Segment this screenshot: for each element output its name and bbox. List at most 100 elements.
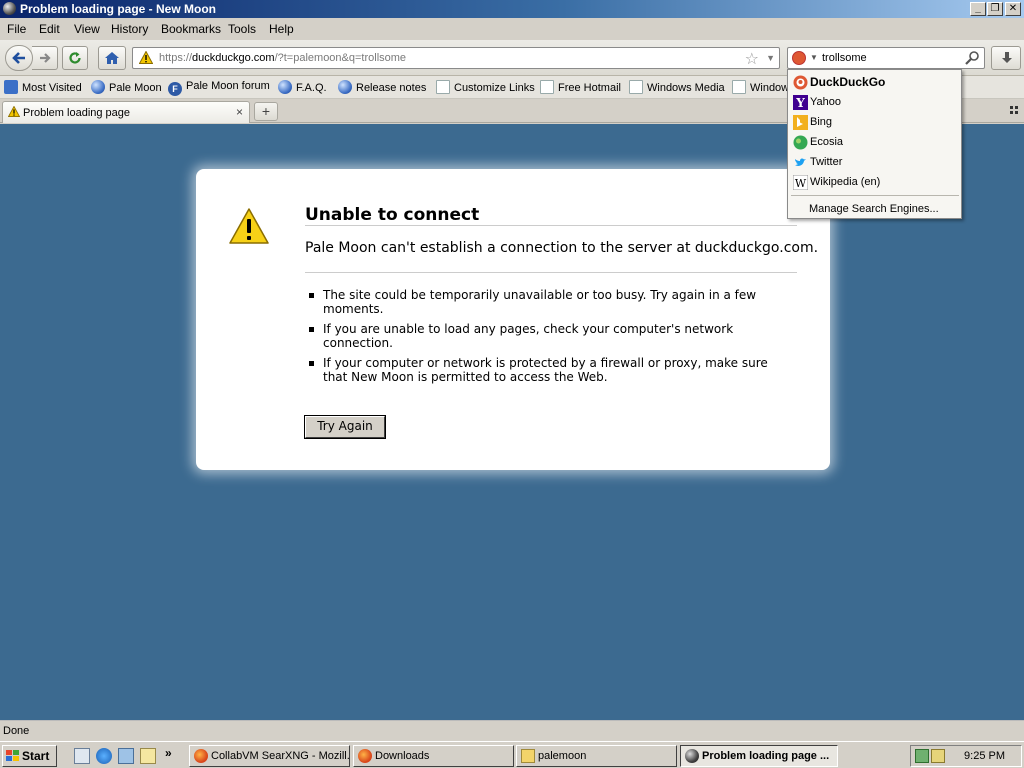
menu-tools[interactable]: Tools <box>228 22 256 36</box>
app-icon[interactable] <box>3 2 16 15</box>
engine-bing[interactable]: Bing <box>792 113 958 131</box>
menu-history[interactable]: History <box>111 22 148 36</box>
new-tab-button[interactable]: + <box>254 102 278 121</box>
taskbar: Start » CollabVM SearXNG - Mozill... Dow… <box>0 741 1024 768</box>
taskbar-button-downloads[interactable]: Downloads <box>353 745 514 767</box>
forward-button[interactable] <box>32 46 58 70</box>
search-input[interactable]: trollsome <box>822 52 867 64</box>
bookmark-windows-media[interactable]: Windows Media <box>629 80 725 94</box>
network-tray-icon[interactable] <box>915 749 929 763</box>
download-arrow-icon <box>1002 52 1012 63</box>
bookmark-pale-moon-forum[interactable]: F Pale Moon forum <box>168 80 270 96</box>
try-again-button[interactable]: Try Again <box>305 416 385 438</box>
menu-help[interactable]: Help <box>269 22 294 36</box>
error-title: Unable to connect <box>305 205 480 225</box>
windows-flag-icon <box>6 750 19 762</box>
divider <box>305 272 797 273</box>
warning-icon <box>139 51 153 64</box>
security-tray-icon[interactable] <box>931 749 945 763</box>
network-icon[interactable] <box>118 748 134 764</box>
taskbar-button-palemoon[interactable]: palemoon <box>516 745 677 767</box>
menu-file[interactable]: File <box>7 22 26 36</box>
reload-button[interactable] <box>62 46 88 70</box>
back-arrow-icon <box>12 52 25 64</box>
ecosia-icon <box>793 135 808 150</box>
error-suggestions: The site could be temporarily unavailabl… <box>305 288 775 390</box>
duckduckgo-icon <box>793 75 808 90</box>
start-button[interactable]: Start <box>2 745 57 767</box>
url-history-dropdown-icon[interactable]: ▼ <box>766 53 775 63</box>
internet-explorer-icon[interactable] <box>96 748 112 764</box>
title-bar: Problem loading page - New Moon _ ❐ ✕ <box>0 0 1024 18</box>
page-icon <box>629 80 643 94</box>
svg-text:Y: Y <box>795 96 805 110</box>
page-icon <box>732 80 746 94</box>
bookmark-faq[interactable]: F.A.Q. <box>278 80 327 94</box>
bookmark-free-hotmail[interactable]: Free Hotmail <box>540 80 621 94</box>
minimize-button[interactable]: _ <box>970 2 986 16</box>
engine-wikipedia[interactable]: W Wikipedia (en) <box>792 173 958 191</box>
url-text[interactable]: https://duckduckgo.com/?t=palemoon&q=tro… <box>159 52 406 64</box>
taskbar-button-collabvm[interactable]: CollabVM SearXNG - Mozill... <box>189 745 350 767</box>
tab-title: Problem loading page <box>23 107 131 119</box>
globe-icon <box>91 80 105 94</box>
search-folder-icon[interactable] <box>140 748 156 764</box>
yahoo-icon: Y <box>793 95 808 110</box>
engine-duckduckgo[interactable]: DuckDuckGo <box>792 73 958 91</box>
system-tray: 9:25 PM <box>910 745 1022 767</box>
close-window-button[interactable]: ✕ <box>1005 2 1021 16</box>
url-bar[interactable]: https://duckduckgo.com/?t=palemoon&q=tro… <box>132 47 780 69</box>
quick-launch-more-icon[interactable]: » <box>165 746 181 762</box>
manage-search-engines-item[interactable]: Manage Search Engines... <box>809 203 939 215</box>
back-button[interactable] <box>5 45 33 71</box>
taskbar-button-problem-loading[interactable]: Problem loading page ... <box>680 745 838 767</box>
menu-bookmarks[interactable]: Bookmarks <box>161 22 221 36</box>
tab-list-icon[interactable] <box>1010 106 1018 114</box>
folder-icon <box>521 749 535 763</box>
reload-icon <box>69 52 81 64</box>
search-icon[interactable] <box>964 50 980 66</box>
bookmark-star-icon[interactable]: ☆ <box>745 49 759 69</box>
forum-icon: F <box>168 82 182 96</box>
engine-twitter[interactable]: Twitter <box>792 153 958 171</box>
show-desktop-icon[interactable] <box>74 748 90 764</box>
home-button[interactable] <box>98 46 126 70</box>
downloads-button[interactable] <box>991 46 1021 70</box>
search-engine-menu: DuckDuckGo Y Yahoo Bing Ecosia Twitter W… <box>787 69 962 219</box>
menu-view[interactable]: View <box>74 22 100 36</box>
globe-icon <box>338 80 352 94</box>
error-panel: Unable to connect Pale Moon can't establ… <box>196 169 830 470</box>
page-icon <box>540 80 554 94</box>
engine-ecosia[interactable]: Ecosia <box>792 133 958 151</box>
bookmark-release-notes[interactable]: Release notes <box>338 80 426 94</box>
search-bar[interactable]: ▼ trollsome <box>787 47 985 69</box>
status-bar: Done <box>0 720 1024 741</box>
bookmark-pale-moon[interactable]: Pale Moon <box>91 80 162 94</box>
error-description: Pale Moon can't establish a connection t… <box>305 240 819 256</box>
tab-problem-loading[interactable]: Problem loading page × <box>2 101 250 123</box>
home-icon <box>105 52 119 64</box>
firefox-icon <box>194 749 208 763</box>
tab-close-icon[interactable]: × <box>236 105 243 119</box>
engine-yahoo[interactable]: Y Yahoo <box>792 93 958 111</box>
firefox-icon <box>358 749 372 763</box>
menu-separator <box>791 195 959 196</box>
bookmark-windows[interactable]: Windows <box>732 80 795 94</box>
suggestion-item: If your computer or network is protected… <box>305 356 775 384</box>
duckduckgo-icon[interactable] <box>792 51 806 65</box>
menu-edit[interactable]: Edit <box>39 22 60 36</box>
bookmark-customize-links[interactable]: Customize Links <box>436 80 535 94</box>
page-icon <box>436 80 450 94</box>
warning-icon <box>8 106 20 117</box>
bookmark-most-visited[interactable]: Most Visited <box>4 80 82 94</box>
most-visited-icon <box>4 80 18 94</box>
engine-dropdown-icon[interactable]: ▼ <box>810 53 818 62</box>
status-text: Done <box>3 725 30 737</box>
twitter-icon <box>795 158 806 166</box>
clock[interactable]: 9:25 PM <box>964 750 1005 762</box>
restore-button[interactable]: ❐ <box>987 2 1003 16</box>
svg-text:W: W <box>795 177 807 190</box>
globe-icon <box>278 80 292 94</box>
menu-bar: File Edit View History Bookmarks Tools H… <box>0 18 1024 40</box>
bing-icon <box>793 115 808 130</box>
